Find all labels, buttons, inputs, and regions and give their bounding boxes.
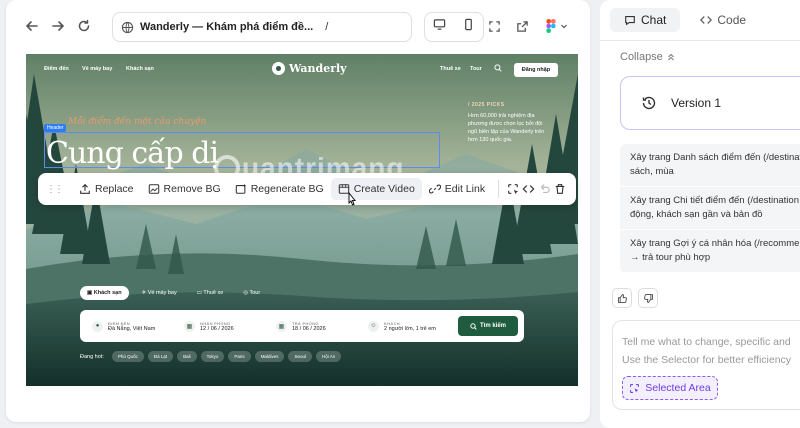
site-nav-car-rental[interactable]: Thuê xe [440, 66, 461, 72]
history-icon [642, 96, 656, 110]
url-bar[interactable]: Wanderly — Khám phá điểm đề... / [112, 12, 412, 42]
picks-description: Hơn 60,000 trải nghiệm địa phương được c… [468, 113, 545, 143]
selector-icon[interactable] [505, 178, 521, 200]
user-icon: ☺ [368, 320, 379, 332]
chat-input-placeholder-line1: Tell me what to change, specific and [622, 336, 791, 348]
remove-bg-button[interactable]: Remove BG [141, 178, 228, 200]
feedback-buttons [612, 288, 658, 308]
search-tab-car-rental[interactable]: ▭ Thuê xe [190, 286, 231, 300]
figma-icon[interactable] [542, 16, 572, 36]
link-icon [428, 184, 441, 194]
popular-chip[interactable]: Bali [177, 351, 197, 362]
hero-subtitle[interactable]: Mỗi điểm đến một câu chuyện [68, 117, 206, 127]
site-nav-hotels[interactable]: Khách sạn [126, 66, 154, 72]
toolbar-divider [498, 180, 499, 198]
regenerate-bg-button[interactable]: Regenerate BG [228, 178, 331, 200]
hero-title[interactable]: Cung cấp dị [46, 136, 219, 171]
tab-code[interactable]: Code [686, 8, 760, 32]
selected-element-tag: Header [44, 124, 67, 132]
version-card[interactable]: Version 1 [620, 76, 800, 130]
popular-destinations: Đang hot: Phú Quốc Đà Lạt Bali Tokyo Par… [80, 351, 342, 362]
picks-label: / 2025 PICKS [468, 102, 505, 108]
replace-button[interactable]: Replace [72, 178, 141, 200]
drag-handle-icon[interactable]: ⋮⋮ [46, 184, 64, 195]
code-icon [700, 16, 713, 24]
site-nav-flights[interactable]: Vé máy bay [82, 66, 112, 72]
version-label: Version 1 [671, 96, 722, 110]
desktop-icon[interactable] [433, 18, 446, 36]
popular-chip[interactable]: Phú Quốc [111, 351, 144, 362]
thumbs-down-icon[interactable] [638, 288, 658, 308]
chevron-down-icon [561, 24, 567, 29]
search-icon [470, 322, 477, 330]
code-icon[interactable] [521, 178, 537, 200]
popular-chip[interactable]: Tokyo [200, 351, 225, 362]
site-nav-tour[interactable]: Tour [470, 66, 482, 72]
selected-area-button[interactable]: Selected Area [622, 376, 718, 400]
list-item: Xây trang Danh sách điểm đến (/destinat s… [620, 144, 800, 187]
checkin-field[interactable]: ▦ NHẬN PHÒNG 12 / 06 / 2026 [172, 320, 264, 332]
undo-icon[interactable] [536, 178, 552, 200]
trash-icon[interactable] [552, 178, 568, 200]
chat-input-placeholder-line2: Use the Selector for better efficiency [622, 354, 792, 366]
search-button[interactable]: Tìm kiếm [458, 316, 518, 336]
search-tab-hotels[interactable]: ▣ Khách sạn [80, 286, 129, 300]
chevrons-up-icon [667, 53, 674, 61]
forward-arrow-icon[interactable] [48, 16, 68, 36]
popular-chip[interactable]: Maldives [254, 351, 285, 362]
reload-icon[interactable] [74, 16, 94, 36]
url-site-name: Wanderly — Khám phá điểm đề... [140, 21, 314, 33]
calendar-icon: ▦ [276, 320, 287, 332]
create-video-button[interactable]: Create Video [330, 178, 422, 200]
site-preview[interactable]: Điểm đến Vé máy bay Khách sạn Wanderly T… [26, 54, 578, 386]
collapse-toggle[interactable]: Collapse [620, 51, 675, 63]
fullscreen-icon[interactable] [484, 16, 504, 36]
guests-field[interactable]: ☺ KHÁCH 2 người lớn, 1 trẻ em [356, 320, 452, 332]
upload-icon [80, 183, 90, 194]
panel-tabs: Chat Code [610, 8, 800, 32]
search-tab-flights[interactable]: ✈ Vé máy bay [135, 286, 184, 300]
thumbs-up-icon[interactable] [612, 288, 632, 308]
popular-chip[interactable]: Đà Lạt [147, 351, 174, 362]
search-tabs: ▣ Khách sạn ✈ Vé máy bay ▭ Thuê xe ◎ Tou… [80, 286, 267, 300]
checkout-field[interactable]: ▦ TRẢ PHÒNG 18 / 06 / 2026 [264, 320, 356, 332]
selector-icon [630, 383, 640, 393]
url-path[interactable]: / [325, 21, 328, 33]
logo-mark-icon [272, 62, 285, 75]
location-pin-icon: ● [92, 320, 103, 332]
site-navbar: Điểm đến Vé máy bay Khách sạn Wanderly T… [26, 54, 578, 84]
image-remove-icon [148, 184, 159, 194]
chat-icon [625, 16, 635, 26]
mouse-cursor-icon [348, 192, 357, 206]
open-external-icon[interactable] [512, 16, 532, 36]
plan-steps: Xây trang Danh sách điểm đến (/destinat s… [620, 144, 800, 273]
popular-chip[interactable]: Paris [228, 351, 251, 362]
list-item: Xây trang Chi tiết điểm đến (/destinatio… [620, 187, 800, 230]
site-search-icon[interactable] [494, 64, 502, 74]
list-item: Xây trang Gợi ý cá nhân hóa (/recommen → … [620, 230, 800, 273]
popular-label: Đang hot: [80, 353, 104, 360]
edit-link-button[interactable]: Edit Link [422, 178, 492, 200]
site-logo[interactable]: Wanderly [272, 62, 347, 75]
divider [600, 40, 800, 41]
element-toolbar: ⋮⋮ Replace Remove BG Regenerate BG Creat… [38, 173, 576, 205]
sparkle-image-icon [235, 183, 246, 194]
mobile-icon[interactable] [462, 18, 475, 36]
site-nav-destinations[interactable]: Điểm đến [44, 66, 69, 72]
site-login-button[interactable]: Đăng nhập [514, 63, 558, 77]
globe-icon [121, 21, 134, 33]
search-box: ● ĐIỂM ĐẾN Đà Nẵng, Việt Nam ▦ NHẬN PHÒNG… [80, 310, 524, 342]
device-toggle [424, 12, 484, 42]
popular-chip[interactable]: Seoul [288, 351, 312, 362]
editor-card: Wanderly — Khám phá điểm đề... / Điểm đế… [6, 0, 590, 422]
destination-field[interactable]: ● ĐIỂM ĐẾN Đà Nẵng, Việt Nam [80, 320, 172, 332]
popular-chip[interactable]: Hội An [315, 351, 342, 362]
back-arrow-icon[interactable] [22, 16, 42, 36]
calendar-icon: ▦ [184, 320, 195, 332]
tab-chat[interactable]: Chat [610, 8, 681, 32]
search-tab-tour[interactable]: ◎ Tour [236, 286, 267, 300]
